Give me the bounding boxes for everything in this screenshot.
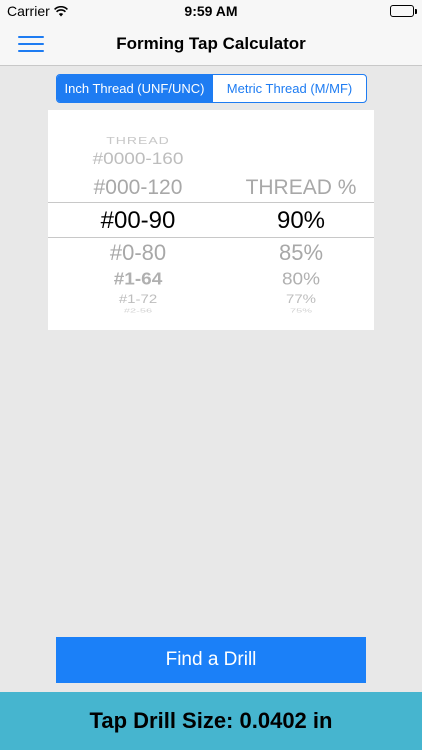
picker-percent-option[interactable]: 75%: [228, 308, 374, 314]
picker-percent-option[interactable]: 77%: [228, 293, 374, 307]
picker-percent-option[interactable]: 85%: [228, 240, 374, 266]
thread-picker[interactable]: THREAD #0000-160 #000-120 #00-90 #0-80 #…: [48, 110, 374, 330]
picker-thread-option[interactable]: #1-64: [48, 270, 228, 290]
tap-drill-size-result: Tap Drill Size: 0.0402 in: [0, 692, 422, 750]
page-title: Forming Tap Calculator: [116, 34, 306, 53]
battery-icon: [390, 5, 417, 17]
segment-inch-thread[interactable]: Inch Thread (UNF/UNC): [57, 75, 212, 102]
clock-time: 9:59 AM: [184, 3, 238, 19]
picker-thread-option[interactable]: #2-56: [48, 308, 228, 314]
status-bar: Carrier 9:59 AM: [0, 0, 422, 22]
picker-thread-option[interactable]: #000-120: [48, 176, 228, 200]
picker-thread-header: THREAD: [106, 134, 170, 146]
picker-thread-option[interactable]: #0000-160: [48, 151, 228, 170]
segment-metric-thread[interactable]: Metric Thread (M/MF): [212, 75, 366, 102]
picker-percent-header: THREAD %: [245, 176, 357, 199]
find-drill-button[interactable]: Find a Drill: [56, 637, 366, 683]
picker-selection-bottom-line: [48, 237, 374, 238]
picker-percent-selected[interactable]: 90%: [228, 207, 374, 235]
picker-thread-option[interactable]: #0-80: [48, 240, 228, 266]
picker-thread-selected[interactable]: #00-90: [48, 207, 228, 235]
picker-thread-option[interactable]: #1-72: [48, 293, 228, 307]
picker-percent-option[interactable]: 80%: [228, 270, 374, 290]
picker-selection-top-line: [48, 202, 374, 203]
thread-type-segmented-control: Inch Thread (UNF/UNC) Metric Thread (M/M…: [56, 74, 367, 103]
navigation-bar: Forming Tap Calculator: [0, 22, 422, 66]
